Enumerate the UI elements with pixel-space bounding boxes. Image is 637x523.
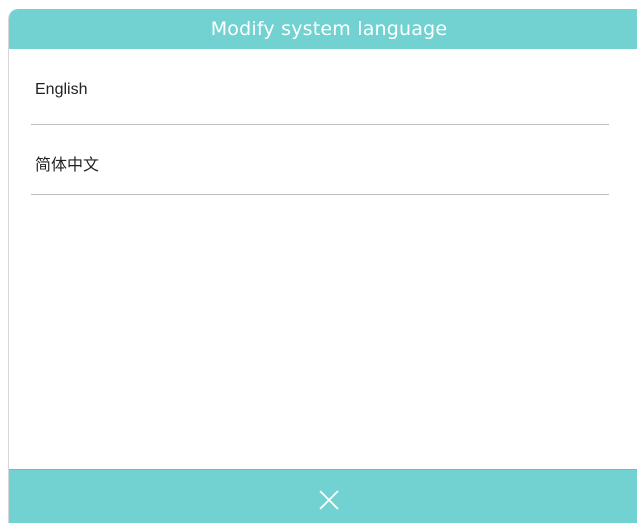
language-option-simplified-chinese[interactable]: 简体中文	[31, 125, 609, 195]
close-button[interactable]	[309, 482, 349, 518]
language-option-label: English	[35, 81, 88, 98]
dialog-header: Modify system language	[9, 9, 637, 49]
language-dialog: Modify system language English 简体中文	[8, 9, 637, 523]
language-option-label: 简体中文	[35, 157, 100, 174]
dialog-footer	[9, 469, 637, 523]
language-list: English 简体中文	[9, 49, 637, 469]
dialog-title: Modify system language	[210, 18, 448, 40]
language-option-english[interactable]: English	[31, 55, 609, 125]
close-icon	[319, 490, 339, 510]
